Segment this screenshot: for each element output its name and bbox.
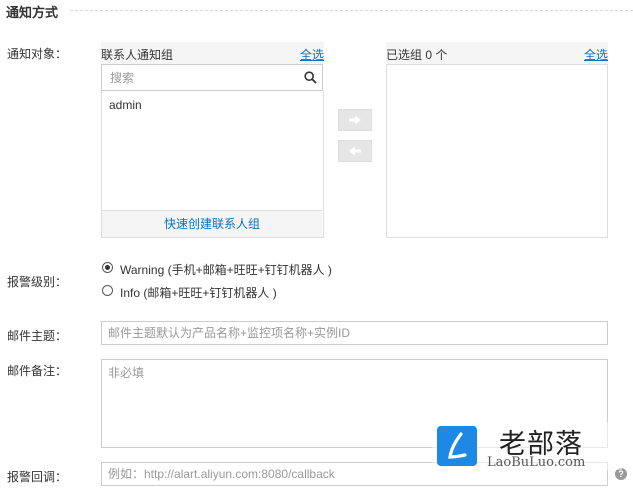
contact-list: 快速创建联系人组: [101, 91, 324, 238]
selected-panel-title: 已选组 0 个: [386, 48, 448, 62]
section-divider: [70, 10, 633, 11]
alarm-level-label: 报警级别：: [6, 275, 67, 289]
create-contact-group-link[interactable]: 快速创建联系人组: [102, 210, 322, 237]
email-note-label: 邮件备注：: [6, 364, 67, 378]
level-warning-option[interactable]: Warning (手机+邮箱+旺旺+钉钉机器人 ): [102, 260, 362, 277]
selected-group-panel: 已选组 0 个 全选: [386, 42, 608, 238]
contact-panel-header: 联系人通知组 全选: [101, 42, 324, 64]
contact-select-all-link[interactable]: 全选: [300, 46, 324, 63]
selected-list: [386, 64, 608, 238]
section-title: 通知方式: [6, 5, 59, 20]
level-info-option[interactable]: Info (邮箱+旺旺+钉钉机器人 ): [102, 283, 362, 300]
alarm-callback-label: 报警回调：: [6, 470, 67, 484]
warning-label: Warning (手机+邮箱+旺旺+钉钉机器人 ): [120, 263, 332, 277]
watermark: 老部落 LaoBuLuo.com: [432, 422, 622, 470]
email-subject-label: 邮件主题：: [6, 329, 67, 343]
selected-select-all-link[interactable]: 全选: [584, 46, 608, 63]
contact-search-input[interactable]: [102, 65, 300, 90]
info-radio[interactable]: [102, 285, 113, 296]
search-icon[interactable]: [304, 71, 317, 84]
contact-search-box: [101, 64, 323, 91]
arrow-right-icon: [349, 115, 361, 125]
email-subject-input[interactable]: [101, 321, 608, 345]
watermark-logo-icon: [437, 426, 477, 466]
contact-group-panel: 联系人通知组 全选 快速创建联系人组 admin: [101, 42, 324, 238]
remove-from-selected-button[interactable]: [338, 140, 372, 162]
notify-target-label: 通知对象：: [6, 47, 67, 61]
arrow-left-icon: [349, 146, 361, 156]
warning-radio[interactable]: [102, 262, 113, 273]
contact-list-item[interactable]: admin: [109, 98, 142, 112]
selected-panel-header: 已选组 0 个 全选: [386, 42, 608, 64]
info-label: Info (邮箱+旺旺+钉钉机器人 ): [120, 286, 277, 300]
watermark-en-text: LaoBuLuo.com: [487, 455, 586, 470]
contact-panel-title: 联系人通知组: [101, 48, 174, 62]
add-to-selected-button[interactable]: [338, 109, 372, 131]
